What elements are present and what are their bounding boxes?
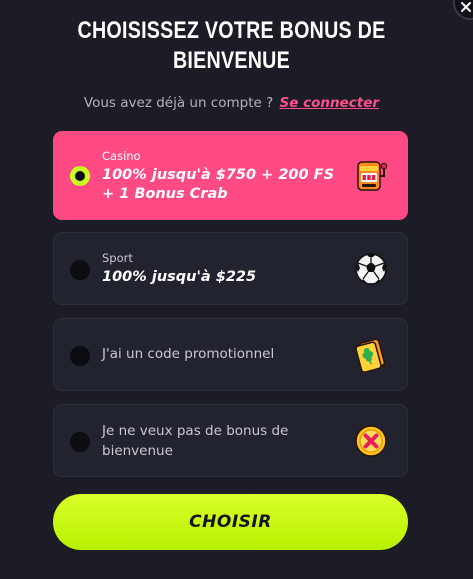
login-link[interactable]: Se connecter <box>280 95 380 111</box>
dialog-title: CHOISISSEZ VOTRE BONUS DE BIENVENUE <box>42 16 422 76</box>
bonus-option-no-bonus[interactable]: Je ne veux pas de bonus de bienvenue <box>53 404 408 477</box>
no-bonus-coin-icon <box>355 425 387 457</box>
option-title-line-2: + 1 Bonus Crab <box>102 186 228 202</box>
radio-no-bonus[interactable] <box>70 432 90 452</box>
login-prompt-row: Vous avez déjà un compte ? Se connecter <box>0 95 463 111</box>
radio-sport[interactable] <box>70 260 90 280</box>
option-title-line-1: 100% jusqu'à $750 + 200 FS <box>102 167 335 183</box>
option-text-line-1: Je ne veux pas de bonus de <box>102 423 289 439</box>
close-button[interactable] <box>453 0 473 20</box>
option-text: J'ai un code promotionnel <box>102 346 275 362</box>
soccer-ball-icon <box>355 253 387 285</box>
radio-casino[interactable] <box>70 166 90 186</box>
close-icon <box>461 2 471 12</box>
bonus-option-promo-code[interactable]: J'ai un code promotionnel <box>53 318 408 391</box>
login-prompt: Vous avez déjà un compte ? <box>83 95 274 111</box>
lucky-ticket-icon <box>355 338 386 373</box>
option-sublabel: Sport <box>102 251 133 265</box>
option-sublabel: Casino <box>102 149 141 163</box>
bonus-option-casino[interactable]: Casino 100% jusqu'à $750 + 200 FS + 1 Bo… <box>53 131 408 220</box>
slot-machine-icon <box>357 161 388 191</box>
option-title: 100% jusqu'à $225 <box>102 269 257 285</box>
title-line-1: CHOISISSEZ VOTRE BONUS DE <box>77 17 386 44</box>
bonus-option-sport[interactable]: Sport 100% jusqu'à $225 <box>53 232 408 305</box>
title-line-2: BIENVENUE <box>172 47 291 74</box>
radio-promo-code[interactable] <box>70 346 90 366</box>
choose-button[interactable]: CHOISIR <box>53 494 408 550</box>
option-text-line-2: bienvenue <box>102 443 173 459</box>
